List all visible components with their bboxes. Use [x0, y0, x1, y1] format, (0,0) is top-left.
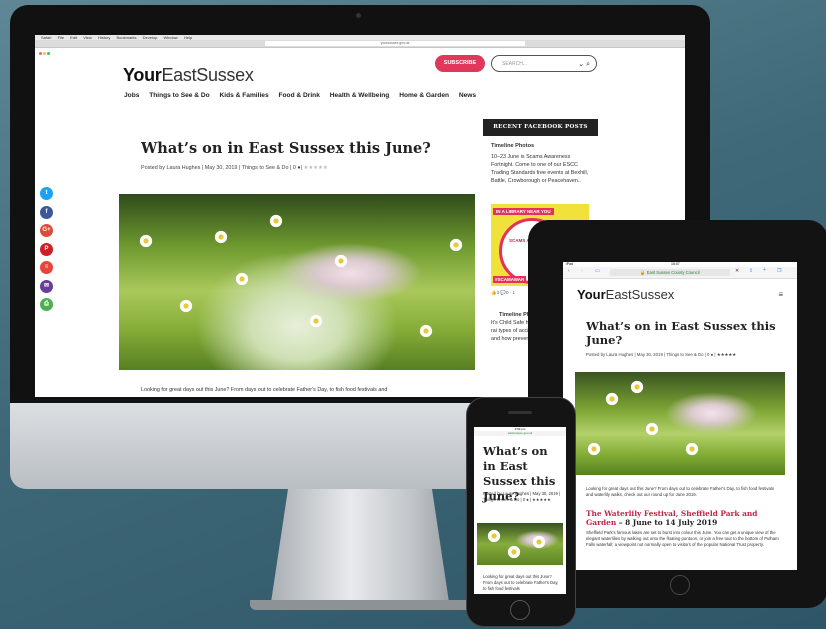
subscribe-button[interactable]: SUBSCRIBE — [435, 55, 485, 72]
address-bar[interactable]: yoursussex.gov.uk — [265, 41, 525, 46]
post-label[interactable]: Timeline Photos — [491, 143, 598, 149]
forward-icon[interactable]: › — [581, 268, 583, 274]
google-plus-icon[interactable]: G+ — [40, 224, 53, 237]
email-icon[interactable]: ✉ — [40, 279, 53, 293]
article-title: What’s on in East Sussex this June? — [586, 319, 776, 347]
nav-item[interactable]: Kids & Families — [220, 92, 269, 99]
iphone-home-button — [510, 600, 530, 620]
post-text: 10–23 June is Scams Awareness Fortnight.… — [491, 154, 589, 184]
pinterest-icon[interactable]: P — [40, 242, 53, 256]
article-byline: Posted by Laura Hughes | May 30, 2019 | … — [141, 165, 328, 171]
print-icon[interactable]: ⎙ — [40, 298, 53, 311]
main-nav: Jobs Things to See & Do Kids & Families … — [124, 92, 484, 99]
camera — [356, 13, 361, 18]
nav-item[interactable]: Home & Garden — [399, 92, 449, 99]
nav-item[interactable]: Things to See & Do — [149, 92, 209, 99]
article-lead: Looking for great days out this June? Fr… — [141, 387, 388, 393]
nav-item[interactable]: News — [459, 92, 476, 99]
article-byline: Posted by Laura Hughes | May 30, 2019 | … — [483, 491, 561, 502]
ipad-home-button — [670, 575, 690, 595]
iphone-speaker — [508, 411, 532, 414]
mix-icon[interactable]: ≡ — [40, 261, 53, 274]
back-icon[interactable]: ‹ — [568, 268, 570, 274]
nav-item[interactable]: Jobs — [124, 92, 139, 99]
article-lead: Looking for great days out this June? Fr… — [586, 486, 774, 497]
menu-icon[interactable]: ≡ — [778, 290, 783, 299]
event-heading[interactable]: The Waterlily Festival, Sheffield Park a… — [586, 509, 786, 527]
tablet-screen: iPad 15:07 ‹ › ▭ 🔒 East Sussex County Co… — [563, 262, 797, 570]
twitter-icon[interactable]: t — [40, 187, 53, 200]
facebook-icon[interactable]: f — [40, 205, 53, 219]
search-input[interactable]: SEARCH... ⌄ ⌕ — [491, 55, 597, 72]
browser-toolbar: ‹ › ▭ 🔒 East Sussex County Council ✕ ⇪ +… — [563, 267, 797, 279]
share-icon[interactable]: ⇪ — [749, 268, 753, 274]
rating-stars[interactable]: ★★★★★ — [304, 165, 328, 171]
event-body: Sheffield Park's famous lakes are set to… — [586, 530, 779, 547]
nav-item[interactable]: Health & Wellbeing — [330, 92, 390, 99]
address-bar[interactable]: 🔒 East Sussex County Council — [610, 269, 730, 276]
article-lead: Looking for great days out this June? Fr… — [483, 574, 559, 591]
hero-image — [119, 194, 475, 370]
address-bar[interactable]: eastsussex.gov.uk — [474, 431, 566, 436]
site-logo[interactable]: YourEastSussex — [123, 65, 254, 86]
sidebar-heading: RECENT FACEBOOK POSTS — [483, 119, 598, 136]
minimize-icon[interactable] — [43, 52, 46, 55]
new-tab-icon[interactable]: + — [763, 267, 766, 273]
post-reactions[interactable]: 👍3 💬0 · 1 — [491, 290, 515, 296]
browser-toolbar: yoursussex.gov.uk — [35, 40, 685, 55]
zoom-icon[interactable] — [47, 52, 50, 55]
search-icon[interactable]: ⌄ ⌕ — [578, 56, 590, 73]
close-icon[interactable] — [39, 52, 42, 55]
tabs-icon[interactable]: ❐ — [777, 268, 781, 274]
imac-stand — [270, 489, 450, 609]
search-placeholder: SEARCH... — [502, 61, 528, 67]
hero-image — [575, 372, 785, 475]
imac-foot — [250, 600, 472, 610]
window-controls — [39, 42, 51, 60]
close-icon[interactable]: ✕ — [735, 268, 739, 274]
phone-screen: 3:59 pm eastsussex.gov.uk What’s on in E… — [474, 427, 566, 594]
bookmarks-icon[interactable]: ▭ — [595, 268, 600, 274]
article-title: What’s on in East Sussex this June? — [141, 140, 431, 157]
hero-image — [477, 523, 563, 565]
nav-item[interactable]: Food & Drink — [278, 92, 319, 99]
article-byline: Posted by Laura Hughes | May 30, 2019 | … — [586, 352, 736, 357]
site-logo[interactable]: YourEastSussex — [577, 287, 674, 302]
